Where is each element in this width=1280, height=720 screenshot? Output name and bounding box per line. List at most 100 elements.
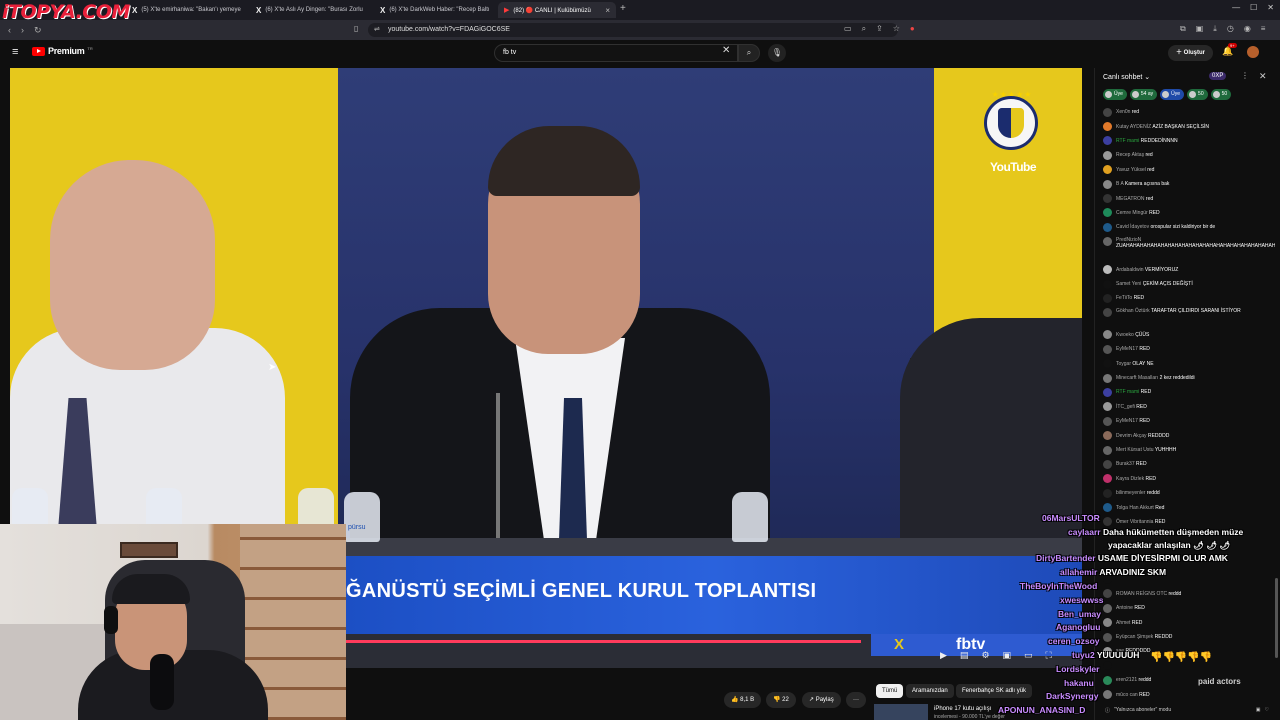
- chat-badge[interactable]: Üye: [1103, 89, 1127, 100]
- create-button[interactable]: ＋ Oluştur: [1168, 45, 1214, 61]
- chat-avatar[interactable]: [1103, 107, 1112, 117]
- chat-author[interactable]: ROMAN REİGNS OTC: [1116, 591, 1167, 597]
- like-button[interactable]: 👍 8,1 B: [724, 692, 762, 708]
- chat-author[interactable]: bilinmeyenler: [1116, 490, 1145, 496]
- chat-message[interactable]: RTF mami REDDEDİNNNN: [1095, 134, 1275, 148]
- chat-avatar[interactable]: [1103, 589, 1112, 599]
- chat-message[interactable]: Mert Kürsat Ustu YUHHHH: [1095, 443, 1275, 457]
- account-avatar[interactable]: [1247, 46, 1259, 58]
- chat-author[interactable]: Eyüpcan Şimşek: [1116, 634, 1153, 640]
- chat-message[interactable]: Ardabaldwin VERMİYORUZ: [1095, 263, 1275, 277]
- chat-message[interactable]: Toygar OLAY NE: [1095, 356, 1275, 370]
- browser-tab-2[interactable]: X (6) X'te Aslı Ay Dingen: "Burası Zorlu: [250, 2, 370, 18]
- chat-author[interactable]: Devrim Akçay: [1116, 433, 1147, 439]
- chat-avatar[interactable]: [1103, 208, 1112, 218]
- chat-author[interactable]: Cemre Mingür: [1116, 210, 1148, 216]
- miniplayer-icon[interactable]: ▣: [1003, 650, 1012, 661]
- chat-author[interactable]: Yavuz Yüksel: [1116, 167, 1146, 173]
- gift-icon[interactable]: ▣: [1256, 707, 1261, 713]
- chat-avatar[interactable]: [1103, 344, 1112, 354]
- chat-avatar[interactable]: [1103, 661, 1112, 671]
- chat-avatar[interactable]: [1103, 459, 1112, 469]
- chat-avatar[interactable]: [1103, 136, 1112, 146]
- settings-icon[interactable]: ⚙: [981, 650, 989, 661]
- back-icon[interactable]: ‹: [8, 25, 11, 36]
- chat-avatar[interactable]: [1103, 618, 1112, 628]
- heart-icon[interactable]: ♡: [1265, 707, 1269, 713]
- chat-message[interactable]: PredNizioN ZUAHAHAHAHAHAHAHAHAHAHAHAHAHA…: [1095, 235, 1275, 263]
- chat-author[interactable]: MEGATRON: [1116, 196, 1145, 202]
- chat-badge[interactable]: 54 ay: [1129, 89, 1158, 100]
- chat-message[interactable]: FeTiiTo RED: [1095, 291, 1275, 305]
- chat-scrollbar[interactable]: [1275, 108, 1279, 708]
- chat-message[interactable]: Cavid İdayetov orospular sizi kaldiriyor…: [1095, 220, 1275, 234]
- chat-avatar[interactable]: [1103, 445, 1112, 455]
- chat-avatar[interactable]: [1103, 122, 1112, 132]
- chat-author[interactable]: Samet Yeni: [1116, 281, 1141, 287]
- chip-from-search[interactable]: Aramanızdan: [906, 684, 954, 698]
- profile-icon[interactable]: ◉: [1244, 24, 1251, 34]
- recommended-thumbnail[interactable]: [874, 704, 928, 720]
- chat-badge[interactable]: 50: [1187, 89, 1208, 100]
- chat-author[interactable]: mûco can: [1116, 692, 1138, 698]
- theater-icon[interactable]: ▭: [1024, 650, 1033, 661]
- chat-title-dropdown[interactable]: Canlı sohbet ⌄: [1103, 73, 1150, 81]
- comments-button[interactable]: 👎 22: [766, 692, 796, 708]
- chat-message[interactable]: Minecarft Masalları 2 kez reddedildi: [1095, 371, 1275, 385]
- chat-message[interactable]: Samet Yeni ÇEKİM AÇIS DEĞİŞTİ: [1095, 277, 1275, 291]
- chat-avatar[interactable]: [1103, 373, 1112, 383]
- chat-author[interactable]: Cavid İdayetov: [1116, 224, 1149, 230]
- extension-red-icon[interactable]: ●: [910, 24, 915, 34]
- chat-author[interactable]: RTF mami: [1116, 138, 1139, 144]
- chat-author[interactable]: Ardabaldwin: [1116, 267, 1144, 273]
- share-button[interactable]: ↗ Paylaş: [802, 692, 841, 708]
- chat-message[interactable]: RTF mami RED: [1095, 385, 1275, 399]
- chat-author[interactable]: eren2121: [1116, 677, 1137, 683]
- chat-avatar[interactable]: [1103, 474, 1112, 484]
- share-page-icon[interactable]: ⇪: [876, 24, 883, 34]
- chat-avatar[interactable]: [1103, 632, 1112, 642]
- chat-avatar[interactable]: [1103, 265, 1112, 275]
- chat-avatar[interactable]: [1103, 279, 1112, 289]
- chat-avatar[interactable]: [1103, 488, 1112, 498]
- play-icon[interactable]: ▶: [940, 650, 947, 661]
- chip-all[interactable]: Tümü: [876, 684, 904, 698]
- chat-message[interactable]: ROMAN REİGNS OTC reddd: [1095, 587, 1275, 601]
- chat-message[interactable]: İTC_gefi RED: [1095, 400, 1275, 414]
- close-window-icon[interactable]: ✕: [1267, 3, 1274, 12]
- chat-avatar[interactable]: [1103, 179, 1112, 189]
- chat-author[interactable]: B A: [1116, 181, 1124, 187]
- chat-message[interactable]: Antoine RED: [1095, 601, 1275, 615]
- chat-author[interactable]: İTC_gefi: [1116, 404, 1135, 410]
- tab-close-icon[interactable]: ×: [605, 6, 610, 15]
- chat-author[interactable]: Toygar: [1116, 361, 1131, 367]
- chat-avatar[interactable]: [1103, 307, 1112, 317]
- browser-tab-active[interactable]: ▶ (82) 🔴 CANLI | Kulübümüzü ×: [498, 2, 616, 18]
- chat-message[interactable]: Recep Aktaş red: [1095, 148, 1275, 162]
- close-chat-icon[interactable]: ✕: [1259, 71, 1267, 82]
- voice-search-button[interactable]: 🎙: [768, 44, 786, 62]
- more-actions-button[interactable]: ···: [846, 692, 866, 708]
- chat-avatar[interactable]: [1103, 402, 1112, 412]
- chat-avatar[interactable]: [1103, 603, 1112, 613]
- star-icon[interactable]: ☆: [893, 24, 900, 34]
- chat-avatar[interactable]: [1103, 150, 1112, 160]
- chat-message[interactable]: bilinmeyenler reddd: [1095, 486, 1275, 500]
- chat-badge[interactable]: 50: [1210, 89, 1232, 100]
- chat-message[interactable]: Tolga Han Akkurt Red: [1095, 500, 1275, 514]
- search-input[interactable]: fb tv: [494, 44, 738, 62]
- chat-author[interactable]: Xen0n: [1116, 109, 1130, 115]
- chat-message[interactable]: Devrim Akçay REDDDD: [1095, 428, 1275, 442]
- chat-message[interactable]: Burak37 RED: [1095, 457, 1275, 471]
- reload-icon[interactable]: ↻: [34, 25, 42, 36]
- chat-avatar[interactable]: [1103, 236, 1112, 246]
- sidebar-icon[interactable]: ▣: [1196, 24, 1204, 34]
- bookmark-icon[interactable]: ▯: [354, 24, 358, 33]
- xp-badge[interactable]: 0XP: [1209, 72, 1227, 80]
- chat-message[interactable]: Xen0n red: [1095, 105, 1275, 119]
- info-icon[interactable]: ⓘ: [1105, 707, 1110, 714]
- chat-avatar[interactable]: [1103, 330, 1112, 340]
- hamburger-menu-icon[interactable]: ≡: [12, 46, 18, 58]
- more-options-icon[interactable]: ⋮: [1241, 71, 1249, 80]
- chat-avatar[interactable]: [1103, 690, 1112, 700]
